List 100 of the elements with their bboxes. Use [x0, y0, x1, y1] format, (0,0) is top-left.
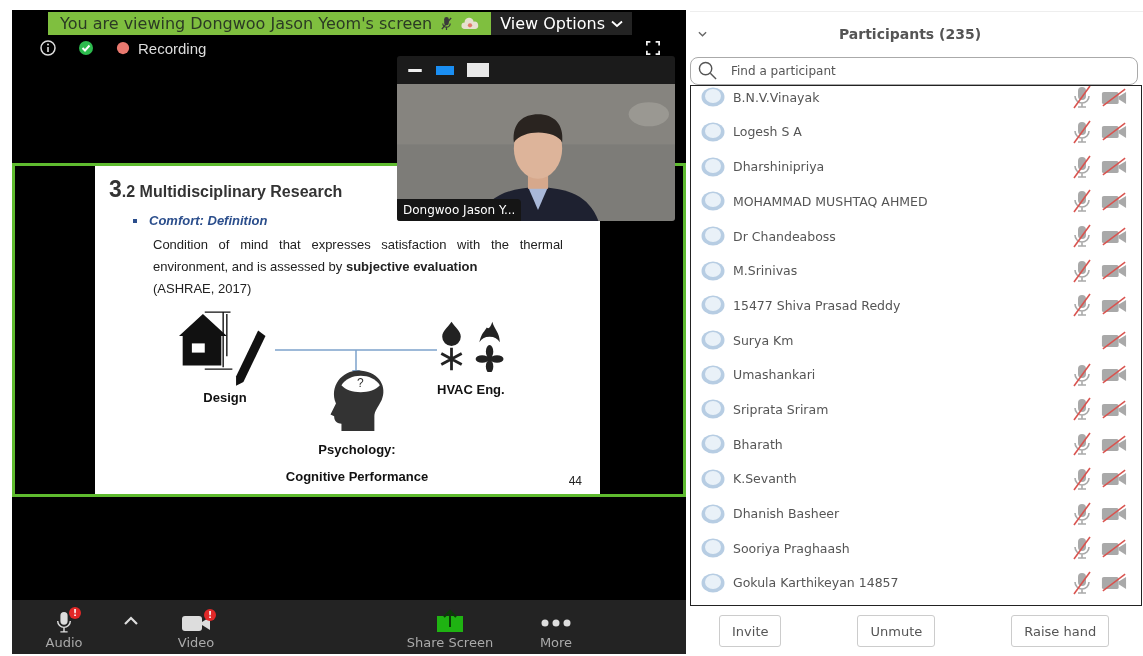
participant-name: K.Sevanth — [733, 471, 797, 487]
video-off-icon[interactable] — [1101, 295, 1127, 315]
bullet-icon — [133, 218, 137, 223]
citation: (ASHRAE, 2017) — [153, 280, 253, 298]
question-mark: ? — [357, 377, 364, 389]
participant-row[interactable]: Gokula Karthikeyan 14857 — [691, 565, 1141, 601]
participant-row[interactable]: 15477 Shiva Prasad Reddy — [691, 288, 1141, 323]
avatar-icon — [701, 191, 725, 212]
avatar-icon — [701, 468, 725, 489]
avatar-icon — [701, 260, 725, 281]
microphone-icon — [55, 611, 73, 633]
share-screen-icon — [436, 609, 464, 633]
video-off-icon[interactable] — [1101, 434, 1127, 454]
bullet-heading: Comfort: Definition — [149, 213, 268, 228]
participant-row[interactable]: Bharath — [691, 426, 1141, 462]
panel-button[interactable]: Unmute — [857, 615, 936, 648]
speaker-view-icon[interactable] — [435, 65, 455, 75]
share-screen-button[interactable]: Share Screen — [406, 609, 494, 650]
panel-button[interactable]: Raise hand — [1011, 615, 1110, 648]
participant-name: Gokula Karthikeyan 14857 — [733, 575, 899, 591]
muted-mic-icon — [440, 16, 454, 31]
participant-name: Sooriya Praghaash — [733, 540, 850, 556]
hvac-label: HVAC Eng. — [437, 382, 505, 397]
definition-text: Condition of mind that expresses satisfaction with the thermal environment, and is assessed by subjective evaluation — [153, 236, 563, 276]
participant-row[interactable]: K.Sevanth — [691, 461, 1141, 497]
participant-name: Dhanish Basheer — [733, 506, 840, 521]
participant-row[interactable]: Sriprata Sriram — [691, 392, 1141, 427]
caret-up-icon — [124, 615, 138, 625]
video-off-icon[interactable] — [1101, 504, 1127, 523]
panel-title: Participants (235) — [837, 26, 983, 43]
video-off-icon[interactable] — [1101, 191, 1127, 211]
participant-row[interactable]: M.Srinivas — [691, 253, 1141, 289]
video-off-icon[interactable] — [1101, 226, 1127, 246]
avatar-icon — [701, 399, 725, 420]
search-icon — [698, 60, 717, 80]
recording-icon — [116, 41, 130, 55]
chevron-down-icon — [611, 19, 623, 28]
participant-name-tag: Dongwoo Jason Y... — [397, 199, 522, 221]
participant-row[interactable]: MOHAMMAD MUSHTAQ AHMED — [691, 184, 1141, 219]
page-number: 44 — [568, 474, 582, 488]
video-off-icon[interactable] — [1101, 122, 1127, 142]
participant-row[interactable]: Logesh S A — [691, 114, 1141, 150]
shield-check-icon[interactable] — [78, 40, 94, 56]
participant-row[interactable]: Umashankari — [691, 357, 1141, 393]
video-off-icon[interactable] — [1101, 87, 1127, 107]
cognitive-performance-label: Cognitive Performance — [285, 469, 429, 484]
camera-icon — [181, 613, 211, 633]
audio-options-button[interactable] — [124, 615, 138, 625]
avatar-icon — [701, 503, 725, 524]
video-off-icon[interactable] — [1101, 469, 1127, 489]
alert-badge: ! — [204, 609, 216, 621]
participant-name: Umashankari — [733, 367, 816, 383]
participant-name: Dharshinipriya — [733, 159, 825, 175]
participant-name: M.Srinivas — [733, 263, 798, 279]
participant-row[interactable]: Surya Km — [691, 322, 1141, 358]
collapse-chevron-icon[interactable] — [698, 31, 707, 38]
participant-name: Surya Km — [733, 332, 794, 348]
avatar-icon — [701, 538, 725, 559]
participant-row[interactable]: Dhanish Basheer — [691, 496, 1141, 531]
participant-row[interactable]: Sooriya Praghaash — [691, 530, 1141, 566]
video-off-icon[interactable] — [1101, 157, 1127, 177]
avatar-icon — [701, 121, 725, 142]
participant-name: B.N.V.Vinayak — [733, 89, 820, 105]
avatar-icon — [701, 295, 725, 316]
psychology-label: Psychology: — [318, 442, 396, 457]
more-button[interactable]: More — [536, 619, 576, 650]
video-off-icon[interactable] — [1101, 538, 1127, 558]
avatar-icon — [701, 156, 725, 177]
search-field[interactable]: Find a participant — [690, 56, 1138, 85]
video-off-icon[interactable] — [1101, 573, 1127, 593]
participant-name: MOHAMMAD MUSHTAQ AHMED — [733, 193, 928, 209]
info-icon[interactable] — [40, 40, 56, 56]
minimize-icon[interactable] — [407, 68, 423, 72]
avatar-icon — [701, 434, 725, 455]
participant-name: Dr Chandeaboss — [733, 228, 836, 244]
avatar-icon — [701, 330, 725, 351]
participant-name: Sriprata Sriram — [733, 401, 829, 417]
muted-mic-icon[interactable] — [1071, 85, 1093, 110]
viewing-message: You are viewing Dongwoo Jason Yeom's screen — [60, 14, 433, 33]
video-off-icon[interactable] — [1101, 330, 1127, 350]
recording-label: Recording — [138, 39, 207, 57]
participant-row[interactable]: Dr Chandeaboss — [691, 218, 1141, 254]
fullscreen-icon[interactable] — [646, 41, 660, 55]
video-off-icon[interactable] — [1101, 261, 1127, 281]
video-off-icon[interactable] — [1101, 365, 1127, 385]
slide-title: 3.2 Multidisciplinary Research — [109, 176, 344, 203]
participant-row[interactable]: Dharshinipriya — [691, 149, 1141, 184]
panel-button[interactable]: Invite — [719, 615, 782, 648]
participant-name: Bharath — [733, 436, 783, 452]
video-off-icon[interactable] — [1101, 399, 1127, 419]
participant-row[interactable]: B.N.V.Vinayak — [691, 85, 1141, 115]
more-icon — [541, 619, 571, 627]
alert-badge: ! — [69, 607, 81, 619]
view-options-button[interactable]: View Options — [491, 12, 632, 35]
cloud-icon — [461, 17, 480, 30]
participant-name: Logesh S A — [733, 124, 802, 140]
avatar-icon — [701, 87, 725, 108]
avatar-icon — [701, 572, 725, 593]
participant-name: 15477 Shiva Prasad Reddy — [733, 297, 901, 313]
avatar-icon — [701, 226, 725, 246]
